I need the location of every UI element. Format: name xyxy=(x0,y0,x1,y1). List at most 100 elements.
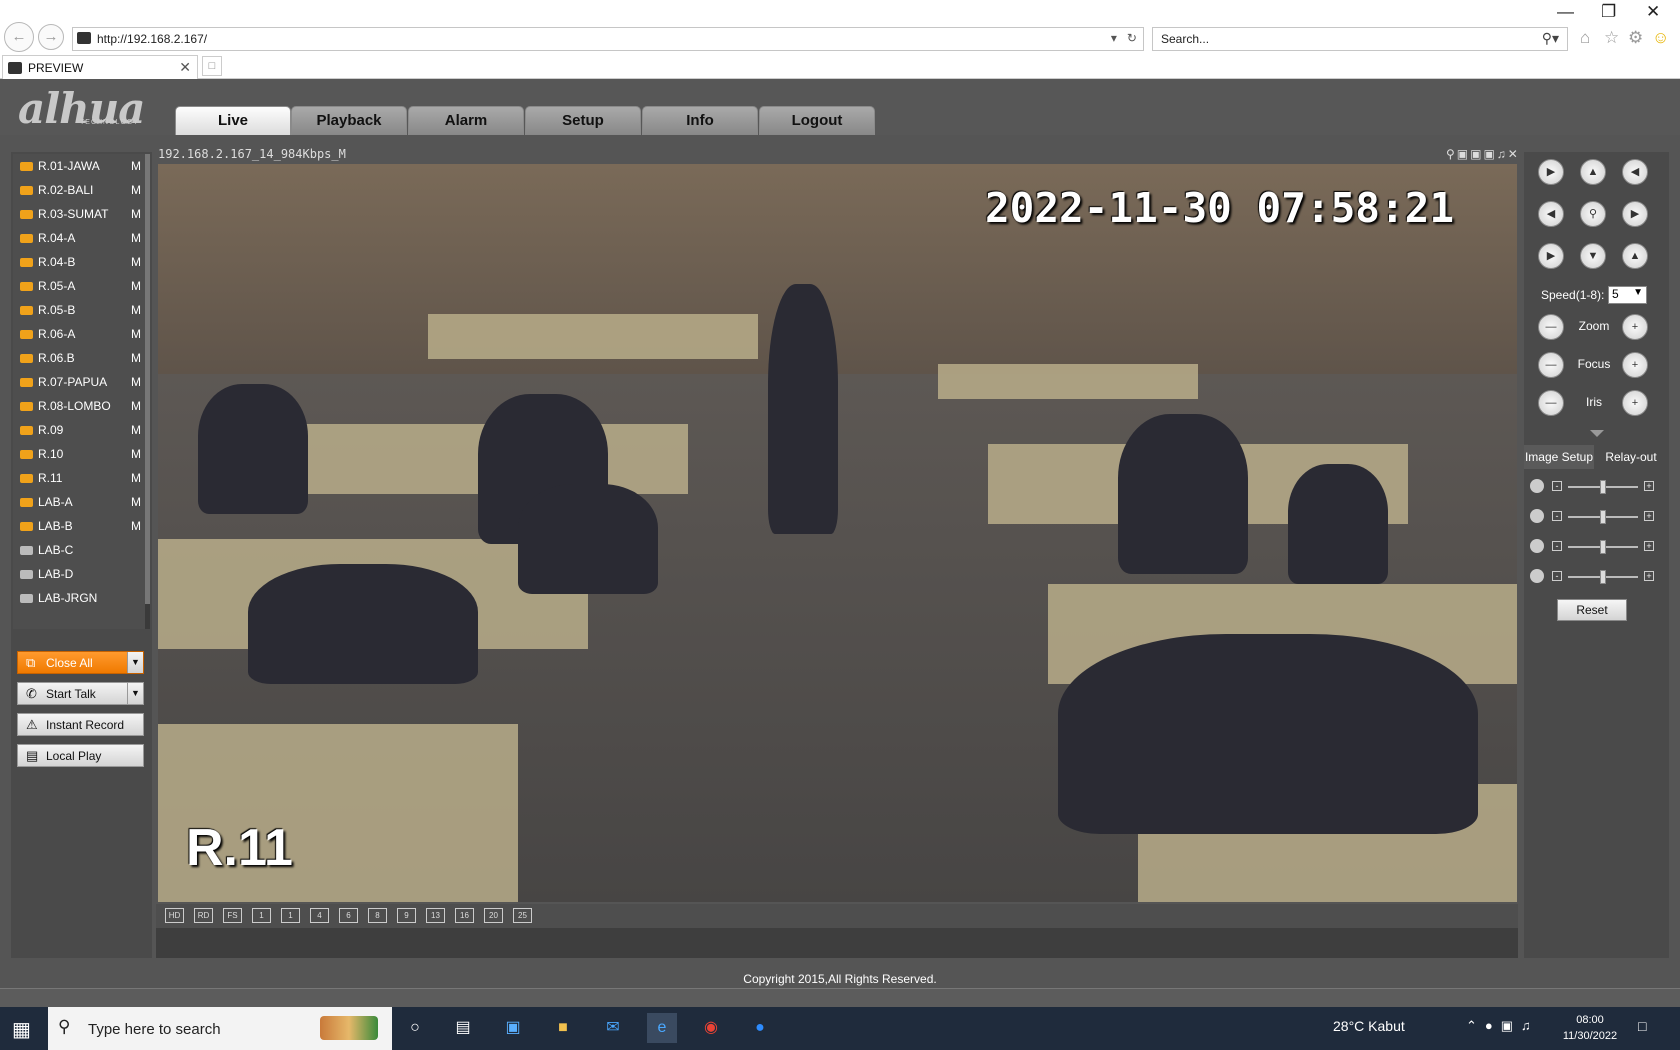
tab-close-icon[interactable]: ✕ xyxy=(179,59,191,76)
taskbar-clock[interactable]: 08:00 11/30/2022 xyxy=(1560,1012,1620,1044)
search-highlight-image[interactable] xyxy=(320,1016,378,1040)
camera-list-item[interactable]: R.05-A M xyxy=(18,276,145,296)
camera-list-item[interactable]: R.06.B M xyxy=(18,348,145,368)
home-icon[interactable]: ⌂ xyxy=(1580,28,1590,48)
camera-list-item[interactable]: R.11 M xyxy=(18,468,145,488)
camera-mode[interactable]: M xyxy=(131,471,141,485)
saturation-minus-icon[interactable]: - xyxy=(1552,541,1562,551)
saturation-knob[interactable] xyxy=(1600,540,1606,554)
camera-mode[interactable]: M xyxy=(131,375,141,389)
camera-list-item[interactable]: LAB-JRGN xyxy=(18,588,145,608)
favorites-star-icon[interactable]: ☆ xyxy=(1604,28,1619,48)
ptz-down-right-icon[interactable]: ▲ xyxy=(1622,243,1648,269)
layout-button[interactable]: 13 xyxy=(426,908,445,923)
close-all-dropdown-icon[interactable]: ▼ xyxy=(127,652,143,673)
store-icon[interactable]: ▣ xyxy=(498,1013,528,1043)
nav-tab-info[interactable]: Info xyxy=(642,106,758,135)
file-explorer-icon[interactable]: ■ xyxy=(548,1013,578,1043)
layout-button[interactable]: 25 xyxy=(513,908,532,923)
windows-start-icon[interactable]: ▦ xyxy=(12,1017,31,1042)
camera-list-item[interactable]: R.09 M xyxy=(18,420,145,440)
camera-list-item[interactable]: R.06-A M xyxy=(18,324,145,344)
ptz-center-zoom-icon[interactable]: ⚲ xyxy=(1580,201,1606,227)
brightness-plus-icon[interactable]: + xyxy=(1644,481,1654,491)
minimize-icon[interactable]: — xyxy=(1557,2,1574,22)
camera-mode[interactable]: M xyxy=(131,159,141,173)
camera-list-item[interactable]: R.02-BALI M xyxy=(18,180,145,200)
tab-image-setup[interactable]: Image Setup xyxy=(1524,445,1594,469)
tab-relay-out[interactable]: Relay-out xyxy=(1596,445,1666,469)
speed-select[interactable]: 5 ▼ xyxy=(1608,286,1647,304)
camera-mode[interactable]: M xyxy=(131,495,141,509)
layout-button[interactable]: 20 xyxy=(484,908,503,923)
camera-mode[interactable]: M xyxy=(131,279,141,293)
scrollbar-thumb[interactable] xyxy=(145,154,150,604)
iris-minus-icon[interactable]: — xyxy=(1538,390,1564,416)
camera-mode[interactable]: M xyxy=(131,183,141,197)
camera-mode[interactable]: M xyxy=(131,351,141,365)
nav-tab-live[interactable]: Live xyxy=(175,106,291,135)
camera-list-item[interactable]: R.07-PAPUA M xyxy=(18,372,145,392)
notifications-icon[interactable]: □ xyxy=(1638,1018,1646,1034)
taskbar-search[interactable]: ⚲ Type here to search xyxy=(48,1007,392,1050)
ptz-down-icon[interactable]: ▼ xyxy=(1580,243,1606,269)
contrast-slider[interactable]: - + xyxy=(1530,508,1665,526)
address-bar[interactable]: http://192.168.2.167/ ▾ ↻ xyxy=(72,27,1144,51)
video-tool-icons[interactable]: ⚲▣▣▣♫✕ xyxy=(1446,147,1520,161)
nav-tab-logout[interactable]: Logout xyxy=(759,106,875,135)
zoom-plus-icon[interactable]: + xyxy=(1622,314,1648,340)
camera-mode[interactable]: M xyxy=(131,231,141,245)
close-all-button[interactable]: ⧉ Close All ▼ xyxy=(17,651,144,674)
saturation-plus-icon[interactable]: + xyxy=(1644,541,1654,551)
nav-tab-playback[interactable]: Playback xyxy=(291,106,407,135)
nav-tab-setup[interactable]: Setup xyxy=(525,106,641,135)
camera-list-item[interactable]: LAB-B M xyxy=(18,516,145,536)
camera-list-item[interactable]: LAB-D xyxy=(18,564,145,584)
camera-mode[interactable]: M xyxy=(131,399,141,413)
ptz-right-icon[interactable]: ▶ xyxy=(1622,201,1648,227)
focus-minus-icon[interactable]: — xyxy=(1538,352,1564,378)
camera-list-item[interactable]: R.03-SUMAT M xyxy=(18,204,145,224)
camera-mode[interactable]: M xyxy=(131,423,141,437)
contrast-minus-icon[interactable]: - xyxy=(1552,511,1562,521)
ptz-up-right-icon[interactable]: ◀ xyxy=(1622,159,1648,185)
iris-plus-icon[interactable]: + xyxy=(1622,390,1648,416)
camera-mode[interactable]: M xyxy=(131,447,141,461)
taskbar-search-placeholder[interactable]: Type here to search xyxy=(88,1021,221,1038)
address-tools-icon[interactable]: ▾ ↻ xyxy=(1111,31,1137,45)
restore-icon[interactable]: ❐ xyxy=(1601,2,1616,22)
camera-list-scrollbar[interactable] xyxy=(145,154,150,629)
nav-tab-alarm[interactable]: Alarm xyxy=(408,106,524,135)
settings-gear-icon[interactable]: ⚙ xyxy=(1628,28,1643,48)
camera-list-item[interactable]: R.05-B M xyxy=(18,300,145,320)
layout-button[interactable]: 9 xyxy=(397,908,416,923)
layout-button[interactable]: RD xyxy=(194,908,213,923)
reset-button[interactable]: Reset xyxy=(1557,599,1627,621)
instant-record-button[interactable]: ⚠ Instant Record xyxy=(17,713,144,736)
mail-icon[interactable]: ✉ xyxy=(598,1013,628,1043)
browser-search-placeholder[interactable]: Search... xyxy=(1161,32,1209,46)
camera-list-item[interactable]: R.10 M xyxy=(18,444,145,464)
internet-explorer-icon[interactable]: e xyxy=(647,1013,677,1043)
address-url[interactable]: http://192.168.2.167/ xyxy=(97,32,207,46)
zoom-app-icon[interactable]: ● xyxy=(745,1013,775,1043)
chrome-icon[interactable]: ◉ xyxy=(696,1013,726,1043)
layout-button[interactable]: 16 xyxy=(455,908,474,923)
layout-button[interactable]: 6 xyxy=(339,908,358,923)
layout-button[interactable]: 1 xyxy=(281,908,300,923)
brightness-minus-icon[interactable]: - xyxy=(1552,481,1562,491)
ptz-down-left-icon[interactable]: ▶ xyxy=(1538,243,1564,269)
hue-minus-icon[interactable]: - xyxy=(1552,571,1562,581)
feedback-smiley-icon[interactable]: ☺ xyxy=(1652,28,1669,48)
saturation-slider[interactable]: - + xyxy=(1530,538,1665,556)
weather-widget[interactable]: 28°C Kabut xyxy=(1333,1018,1405,1034)
ptz-up-icon[interactable]: ▲ xyxy=(1580,159,1606,185)
camera-mode[interactable]: M xyxy=(131,207,141,221)
forward-icon[interactable]: → xyxy=(38,24,64,50)
camera-mode[interactable]: M xyxy=(131,327,141,341)
brightness-knob[interactable] xyxy=(1600,480,1606,494)
local-play-button[interactable]: ▤ Local Play xyxy=(17,744,144,767)
cortana-icon[interactable]: ○ xyxy=(400,1013,430,1043)
focus-plus-icon[interactable]: + xyxy=(1622,352,1648,378)
contrast-knob[interactable] xyxy=(1600,510,1606,524)
